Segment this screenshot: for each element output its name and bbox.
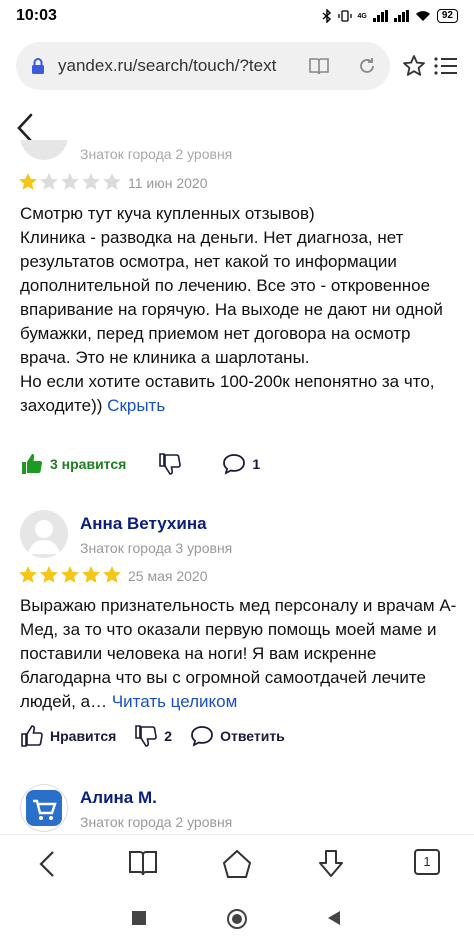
- review-body: Смотрю тут куча купленных отзывов) Клини…: [20, 204, 443, 415]
- cart-logo-icon: [26, 790, 62, 826]
- back-icon[interactable]: [36, 849, 58, 879]
- star-empty-icon: [40, 173, 58, 190]
- download-icon[interactable]: [316, 849, 346, 879]
- comment-icon: [191, 726, 213, 747]
- dislike-button[interactable]: [158, 452, 182, 476]
- dislike-button[interactable]: 2: [134, 724, 172, 748]
- lock-icon: [32, 58, 44, 74]
- status-bar: 10:03 4G 92: [0, 0, 474, 32]
- like-label: Нравится: [50, 728, 117, 744]
- back-triangle-icon[interactable]: [326, 910, 342, 926]
- author-name[interactable]: Анна Ветухина: [80, 514, 207, 534]
- star-filled-icon: [40, 566, 58, 583]
- recents-icon[interactable]: [131, 910, 147, 926]
- avatar[interactable]: [20, 510, 68, 558]
- like-label: 3 нравится: [50, 456, 127, 472]
- star-filled-icon: [103, 566, 121, 583]
- rating-stars: [18, 565, 122, 585]
- review-actions: 3 нравится 1: [20, 452, 278, 476]
- tab-count: 1: [423, 854, 431, 869]
- wifi-icon: [415, 11, 430, 21]
- signal-2-icon: [393, 10, 409, 22]
- reply-label: Ответить: [220, 728, 285, 744]
- system-nav-bar: [0, 892, 474, 948]
- browser-bottom-nav: 1: [0, 834, 474, 892]
- bookmark-star-icon[interactable]: [402, 54, 426, 78]
- star-filled-icon: [19, 173, 37, 190]
- address-bar[interactable]: yandex.ru/search/touch/?text: [16, 42, 390, 90]
- review-body: Выражаю признательность мед персоналу и …: [20, 596, 457, 711]
- review-date: 11 июн 2020: [128, 175, 208, 191]
- home-circle-icon[interactable]: [226, 908, 248, 930]
- author-name[interactable]: Алина М.: [80, 788, 157, 808]
- read-more-link[interactable]: Читать целиком: [112, 692, 238, 711]
- star-empty-icon: [61, 173, 79, 190]
- comments-count: 1: [252, 456, 261, 472]
- like-button[interactable]: 3 нравится: [20, 452, 126, 476]
- comments-button[interactable]: 1: [222, 453, 260, 475]
- avatar[interactable]: [20, 140, 68, 160]
- review-text: Смотрю тут куча купленных отзывов) Клини…: [20, 202, 460, 418]
- reader-mode-icon[interactable]: [308, 56, 330, 76]
- signal-icon: [372, 10, 388, 22]
- user-placeholder-icon: [28, 520, 60, 554]
- reload-icon[interactable]: [357, 56, 377, 76]
- home-icon[interactable]: [222, 849, 252, 879]
- comment-icon: [223, 454, 246, 475]
- thumbs-up-icon: [21, 725, 43, 747]
- reviews-list: Знаток города 2 уровня 11 июн 2020 Смотр…: [0, 140, 474, 832]
- reply-button[interactable]: Ответить: [190, 725, 285, 747]
- bluetooth-icon: [322, 9, 331, 23]
- collapse-link[interactable]: Скрыть: [107, 396, 165, 415]
- review-text: Выражаю признательность мед персоналу и …: [20, 594, 460, 714]
- rating-stars: [18, 172, 122, 192]
- menu-icon[interactable]: [434, 56, 458, 76]
- network-label: 4G: [357, 12, 367, 20]
- review-date: 25 мая 2020: [128, 568, 208, 584]
- review-actions: Нравится 2 Ответить: [20, 724, 303, 748]
- star-empty-icon: [103, 173, 121, 190]
- thumbs-down-icon: [135, 725, 158, 747]
- vibrate-icon: [337, 10, 352, 22]
- star-filled-icon: [19, 566, 37, 583]
- bookmarks-icon[interactable]: [128, 849, 158, 877]
- star-empty-icon: [82, 173, 100, 190]
- author-level: Знаток города 3 уровня: [80, 540, 233, 556]
- url-text[interactable]: yandex.ru/search/touch/?text: [58, 56, 280, 76]
- star-filled-icon: [82, 566, 100, 583]
- status-time: 10:03: [16, 7, 57, 24]
- star-filled-icon: [61, 566, 79, 583]
- status-icons: 4G 92: [322, 9, 458, 23]
- thumbs-down-icon: [159, 453, 182, 475]
- author-level: Знаток города 2 уровня: [80, 146, 233, 162]
- like-button[interactable]: Нравится: [20, 724, 116, 748]
- author-level: Знаток города 2 уровня: [80, 814, 233, 830]
- thumbs-up-icon: [22, 454, 43, 474]
- dislike-count: 2: [164, 728, 173, 744]
- battery-indicator: 92: [436, 9, 458, 23]
- tabs-button[interactable]: 1: [414, 849, 440, 875]
- avatar[interactable]: [20, 784, 68, 832]
